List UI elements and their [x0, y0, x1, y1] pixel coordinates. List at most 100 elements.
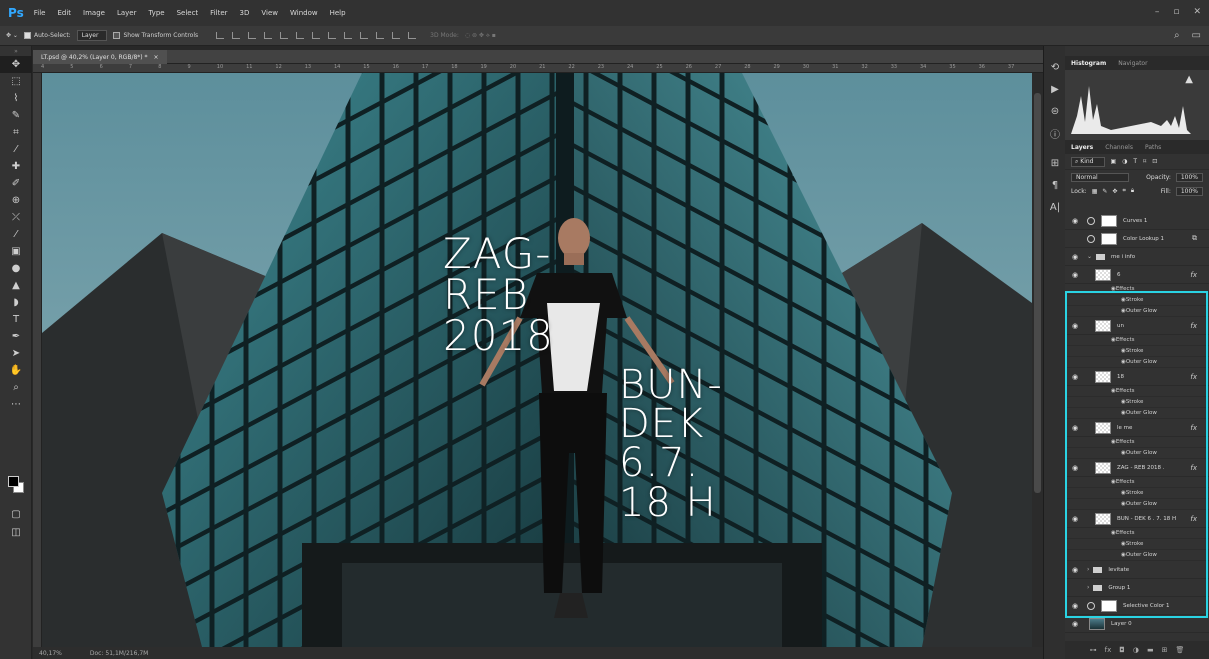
screen-mode-icon[interactable]: ◫ [0, 524, 32, 541]
layer-row-layer-0[interactable]: ◉ Layer 0 [1065, 615, 1209, 633]
filter-type-icon[interactable]: T [1133, 158, 1137, 165]
layer-row-18[interactable]: ◉ 18 fx [1065, 368, 1209, 386]
layer-row-6[interactable]: ◉ 6 fx [1065, 266, 1209, 284]
distribute-icon[interactable] [392, 32, 401, 39]
visibility-eye-icon[interactable]: ◉ [1069, 464, 1081, 472]
align-icon[interactable] [232, 32, 241, 39]
layer-name[interactable]: un [1117, 323, 1124, 329]
menu-image[interactable]: Image [83, 9, 105, 17]
tab-histogram[interactable]: Histogram [1071, 60, 1106, 67]
toolbar-collapse-icon[interactable]: » [0, 46, 32, 56]
kind-filter-dropdown[interactable]: ⌕ Kind [1071, 156, 1105, 167]
layer-name[interactable]: levitate [1108, 567, 1129, 573]
opacity-field[interactable]: 100% [1175, 172, 1203, 182]
layer-name[interactable]: le me [1117, 425, 1132, 431]
effect-outer-glow[interactable]: ◉ Outer Glow [1065, 357, 1209, 368]
layer-group-group-1[interactable]: › Group 1 [1065, 579, 1209, 597]
visibility-eye-icon[interactable]: ◉ [1069, 322, 1081, 330]
lasso-tool-icon[interactable]: ⌇ [0, 90, 32, 107]
distribute-icon[interactable] [376, 32, 385, 39]
minimize-button[interactable]: – [1155, 7, 1160, 17]
visibility-eye-icon[interactable]: ◉ [1069, 271, 1081, 279]
clone-stamp-tool-icon[interactable]: ⊕ [0, 192, 32, 209]
effect-stroke[interactable]: ◉ Stroke [1065, 488, 1209, 499]
effects-header[interactable]: ◉ Effects [1065, 386, 1209, 397]
layer-row-color-lookup[interactable]: Color Lookup 1 ⧉ [1065, 230, 1209, 248]
align-icon[interactable] [280, 32, 289, 39]
effect-outer-glow[interactable]: ◉ Outer Glow [1065, 306, 1209, 317]
show-transform-checkbox[interactable]: Show Transform Controls [113, 32, 198, 39]
menu-file[interactable]: File [34, 9, 46, 17]
menu-layer[interactable]: Layer [117, 9, 137, 17]
scrollbar-thumb[interactable] [1034, 93, 1041, 493]
layer-name[interactable]: Selective Color 1 [1123, 603, 1170, 609]
move-tool-icon[interactable]: ✥ [0, 56, 32, 73]
workspace-icon[interactable]: ▭ [1192, 30, 1201, 41]
layer-group-me-info[interactable]: ◉ ⌄ me i info [1065, 248, 1209, 266]
menu-edit[interactable]: Edit [57, 9, 71, 17]
align-icon[interactable] [296, 32, 305, 39]
fill-field[interactable]: 100% [1175, 186, 1203, 196]
menu-select[interactable]: Select [177, 9, 199, 17]
layer-name[interactable]: 6 [1117, 272, 1121, 278]
menu-help[interactable]: Help [330, 9, 346, 17]
more-tools-icon[interactable]: ⋯ [0, 396, 32, 413]
menu-3d[interactable]: 3D [240, 9, 250, 17]
filter-smart-icon[interactable]: ⊡ [1152, 158, 1157, 165]
effect-stroke[interactable]: ◉ Stroke [1065, 539, 1209, 550]
history-brush-tool-icon[interactable]: ⤫ [0, 209, 32, 226]
quick-select-tool-icon[interactable]: ✎ [0, 107, 32, 124]
gradient-tool-icon[interactable]: ▣ [0, 243, 32, 260]
filter-shape-icon[interactable]: ⌑ [1143, 158, 1146, 165]
zoom-level[interactable]: 40,17% [39, 650, 62, 657]
actions-panel-icon[interactable]: ▶ [1044, 78, 1066, 100]
fx-icon[interactable]: fx [1190, 424, 1197, 432]
crop-tool-icon[interactable]: ⌗ [0, 124, 32, 141]
close-button[interactable]: ✕ [1193, 7, 1201, 17]
info-panel-icon[interactable]: ⓘ [1044, 122, 1066, 144]
new-group-icon[interactable]: ▬ [1147, 646, 1154, 654]
effects-header[interactable]: ◉ Effects [1065, 284, 1209, 295]
tab-layers[interactable]: Layers [1071, 144, 1093, 151]
effect-stroke[interactable]: ◉ Stroke [1065, 397, 1209, 408]
new-adjustment-icon[interactable]: ◑ [1133, 646, 1139, 654]
zoom-tool-icon[interactable]: ⌕ [0, 379, 32, 396]
layer-row-selective-color[interactable]: ◉ Selective Color 1 [1065, 597, 1209, 615]
effects-header[interactable]: ◉ Effects [1065, 528, 1209, 539]
filter-adjustment-icon[interactable]: ◑ [1122, 158, 1127, 165]
effect-stroke[interactable]: ◉ Stroke [1065, 346, 1209, 357]
group-expand-icon[interactable]: › [1087, 584, 1089, 591]
layer-row-curves[interactable]: ◉ Curves 1 [1065, 212, 1209, 230]
fx-button-icon[interactable]: fx [1105, 646, 1112, 654]
brush-tool-icon[interactable]: ✐ [0, 175, 32, 192]
auto-align-icon[interactable] [408, 32, 417, 39]
visibility-eye-icon[interactable]: ◉ [1069, 424, 1081, 432]
layer-row-zag-reb[interactable]: ◉ ZAG - REB 2018 . fx [1065, 459, 1209, 477]
effects-header[interactable]: ◉ Effects [1065, 477, 1209, 488]
effect-outer-glow[interactable]: ◉ Outer Glow [1065, 499, 1209, 510]
layer-name[interactable]: Color Lookup 1 [1123, 236, 1164, 242]
fx-icon[interactable]: fx [1190, 322, 1197, 330]
add-mask-icon[interactable]: ◘ [1119, 646, 1125, 654]
fx-icon[interactable]: fx [1190, 464, 1197, 472]
visibility-eye-icon[interactable]: ◉ [1069, 217, 1081, 225]
close-tab-icon[interactable]: × [154, 54, 159, 61]
visibility-eye-icon[interactable]: ◉ [1069, 620, 1081, 628]
eraser-tool-icon[interactable]: ⁄ [0, 226, 32, 243]
visibility-eye-icon[interactable]: ◉ [1069, 373, 1081, 381]
auto-select-dropdown[interactable]: Layer [76, 30, 108, 41]
canvas[interactable]: ZAG- REB 2018 BUN- DEK 6.7. 18 H [42, 73, 1032, 647]
layer-name[interactable]: BUN - DEK 6 . 7. 18 H [1117, 516, 1176, 522]
paragraph-panel-icon[interactable]: ¶ [1044, 174, 1066, 196]
menu-filter[interactable]: Filter [210, 9, 227, 17]
tab-channels[interactable]: Channels [1105, 144, 1133, 151]
auto-select-checkbox[interactable]: Auto-Select: [23, 32, 71, 39]
lock-position-icon[interactable]: ✥ [1112, 188, 1117, 195]
layer-name[interactable]: 18 [1117, 374, 1124, 380]
visibility-eye-icon[interactable]: ◉ [1069, 602, 1081, 610]
effects-header[interactable]: ◉ Effects [1065, 437, 1209, 448]
properties-panel-icon[interactable]: ⊞ [1044, 152, 1066, 174]
layer-name[interactable]: Group 1 [1108, 585, 1130, 591]
filter-pixel-icon[interactable]: ▣ [1111, 158, 1117, 165]
hand-tool-icon[interactable]: ✋ [0, 362, 32, 379]
